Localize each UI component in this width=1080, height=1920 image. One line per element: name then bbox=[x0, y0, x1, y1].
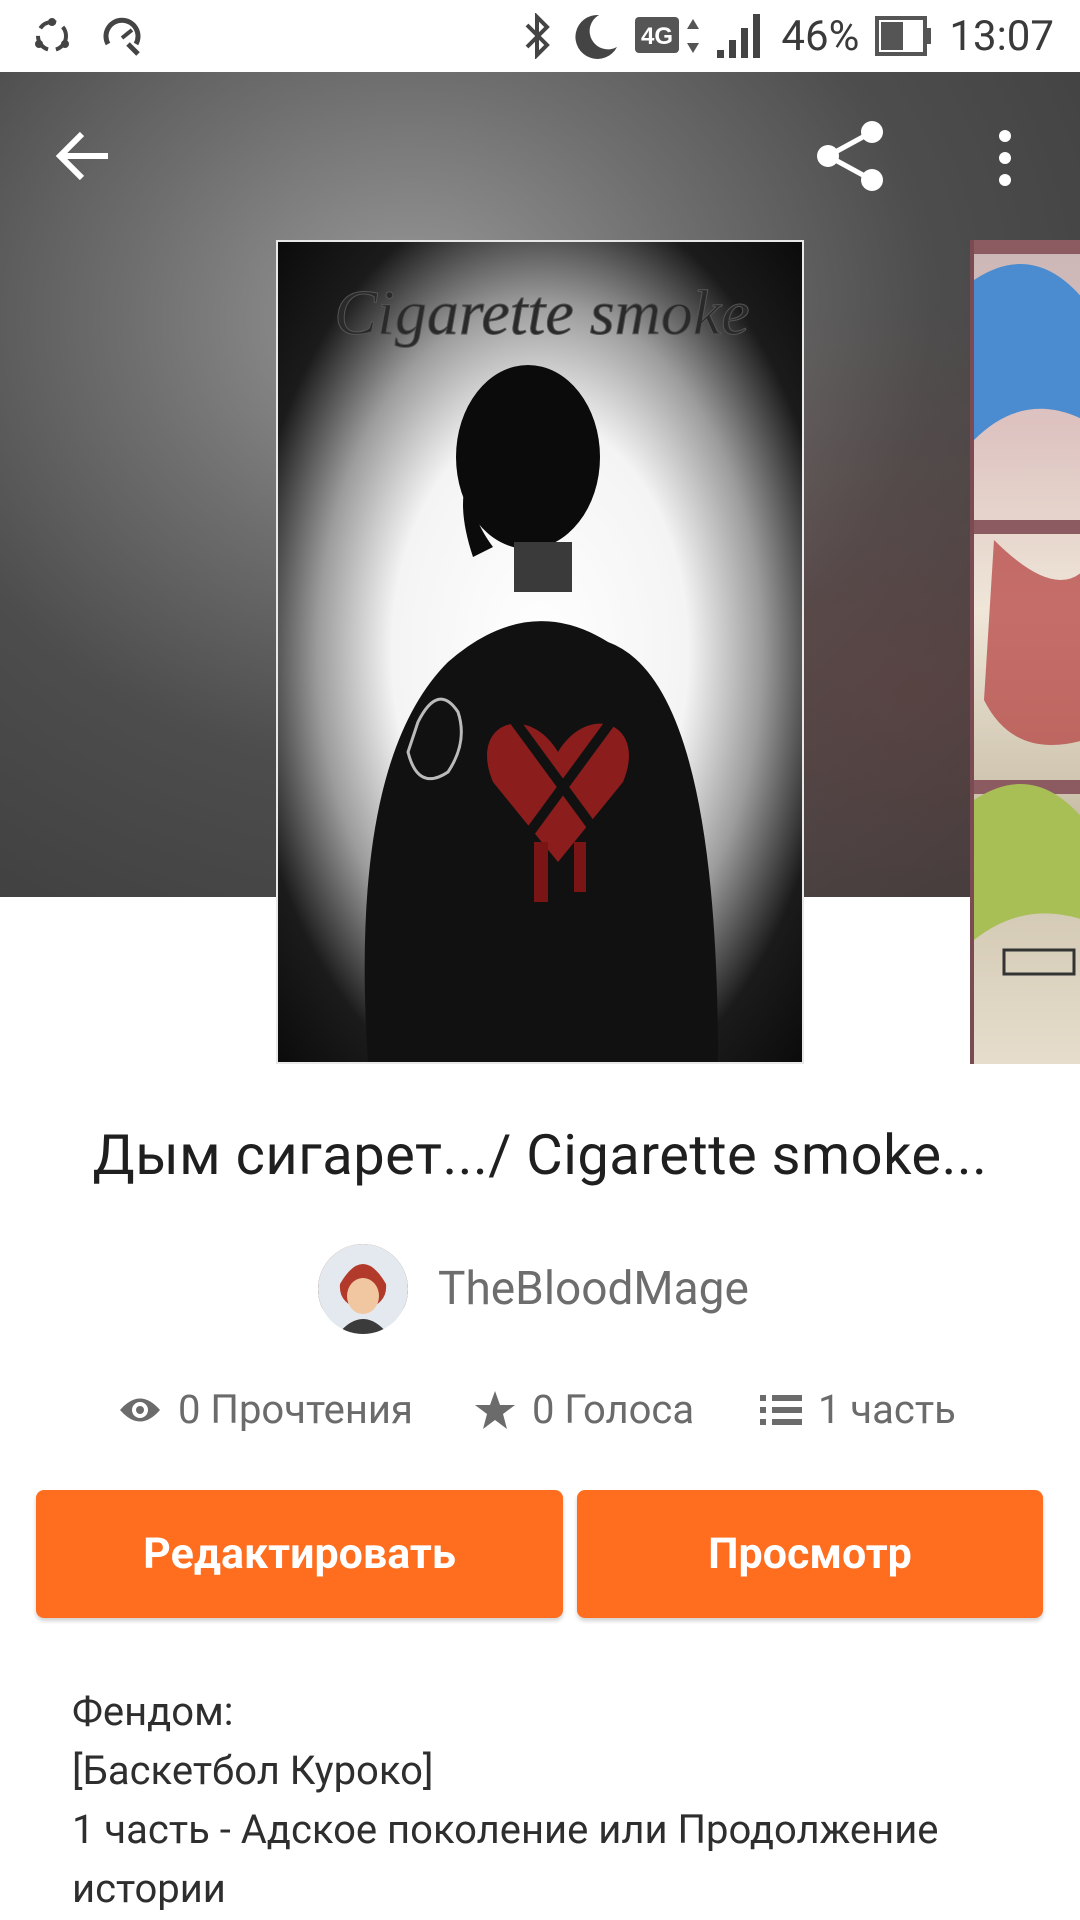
status-bar: 4G 46% 13:07 bbox=[0, 0, 1080, 72]
description-line: Фендом: bbox=[72, 1688, 234, 1735]
battery-icon bbox=[875, 16, 933, 56]
more-options-button[interactable] bbox=[990, 128, 1020, 188]
view-button[interactable]: Просмотр bbox=[577, 1490, 1043, 1618]
author-row[interactable]: TheBloodMage bbox=[318, 1244, 749, 1334]
cover-title-text: Cigarette smoke bbox=[334, 277, 749, 348]
reads-count: 0 Прочтения bbox=[178, 1386, 413, 1433]
star-icon bbox=[475, 1390, 515, 1429]
sync-icon bbox=[30, 14, 74, 58]
share-icon bbox=[817, 121, 883, 191]
votes-stat: 0 Голоса bbox=[474, 1386, 694, 1433]
signal-icon bbox=[715, 12, 765, 60]
cover-illustration: Cigarette smoke bbox=[334, 277, 750, 1062]
description-line: [Баскетбол Куроко] bbox=[72, 1747, 434, 1794]
network-4g-icon: 4G bbox=[635, 13, 700, 59]
next-cover-illustration bbox=[974, 264, 1080, 976]
share-button[interactable] bbox=[812, 118, 888, 194]
do-not-disturb-moon-icon bbox=[569, 11, 619, 61]
description-line: 1 часть - Адское поколение или Продолжен… bbox=[72, 1806, 939, 1853]
svg-text:4G: 4G bbox=[641, 23, 673, 50]
story-description: Фендом: [Баскетбол Куроко] 1 часть - Адс… bbox=[72, 1682, 1032, 1918]
description-line: истории bbox=[72, 1865, 226, 1912]
story-title: Дым сигарет.../ Cigarette smoke... bbox=[92, 1122, 988, 1188]
clock: 13:07 bbox=[949, 11, 1054, 61]
eye-icon bbox=[120, 1398, 160, 1421]
back-button[interactable] bbox=[52, 124, 116, 188]
list-icon bbox=[760, 1394, 802, 1425]
parts-stat: 1 часть bbox=[760, 1386, 956, 1433]
edit-button[interactable]: Редактировать bbox=[36, 1490, 563, 1618]
more-vert-icon bbox=[999, 130, 1011, 186]
story-cover[interactable]: Cigarette smoke bbox=[276, 240, 804, 1064]
reads-stat: 0 Прочтения bbox=[118, 1386, 413, 1433]
arrow-left-icon bbox=[55, 131, 108, 181]
avatar[interactable] bbox=[318, 1244, 408, 1334]
bluetooth-icon bbox=[523, 13, 553, 59]
author-name[interactable]: TheBloodMage bbox=[438, 1262, 749, 1316]
battery-percent: 46% bbox=[781, 11, 860, 61]
story-stats: 0 Прочтения 0 Голоса 1 часть bbox=[0, 1386, 1080, 1446]
parts-count: 1 часть bbox=[818, 1386, 956, 1433]
votes-count: 0 Голоса bbox=[532, 1386, 695, 1433]
next-story-cover[interactable] bbox=[970, 240, 1080, 1064]
speed-tool-icon bbox=[100, 14, 144, 58]
